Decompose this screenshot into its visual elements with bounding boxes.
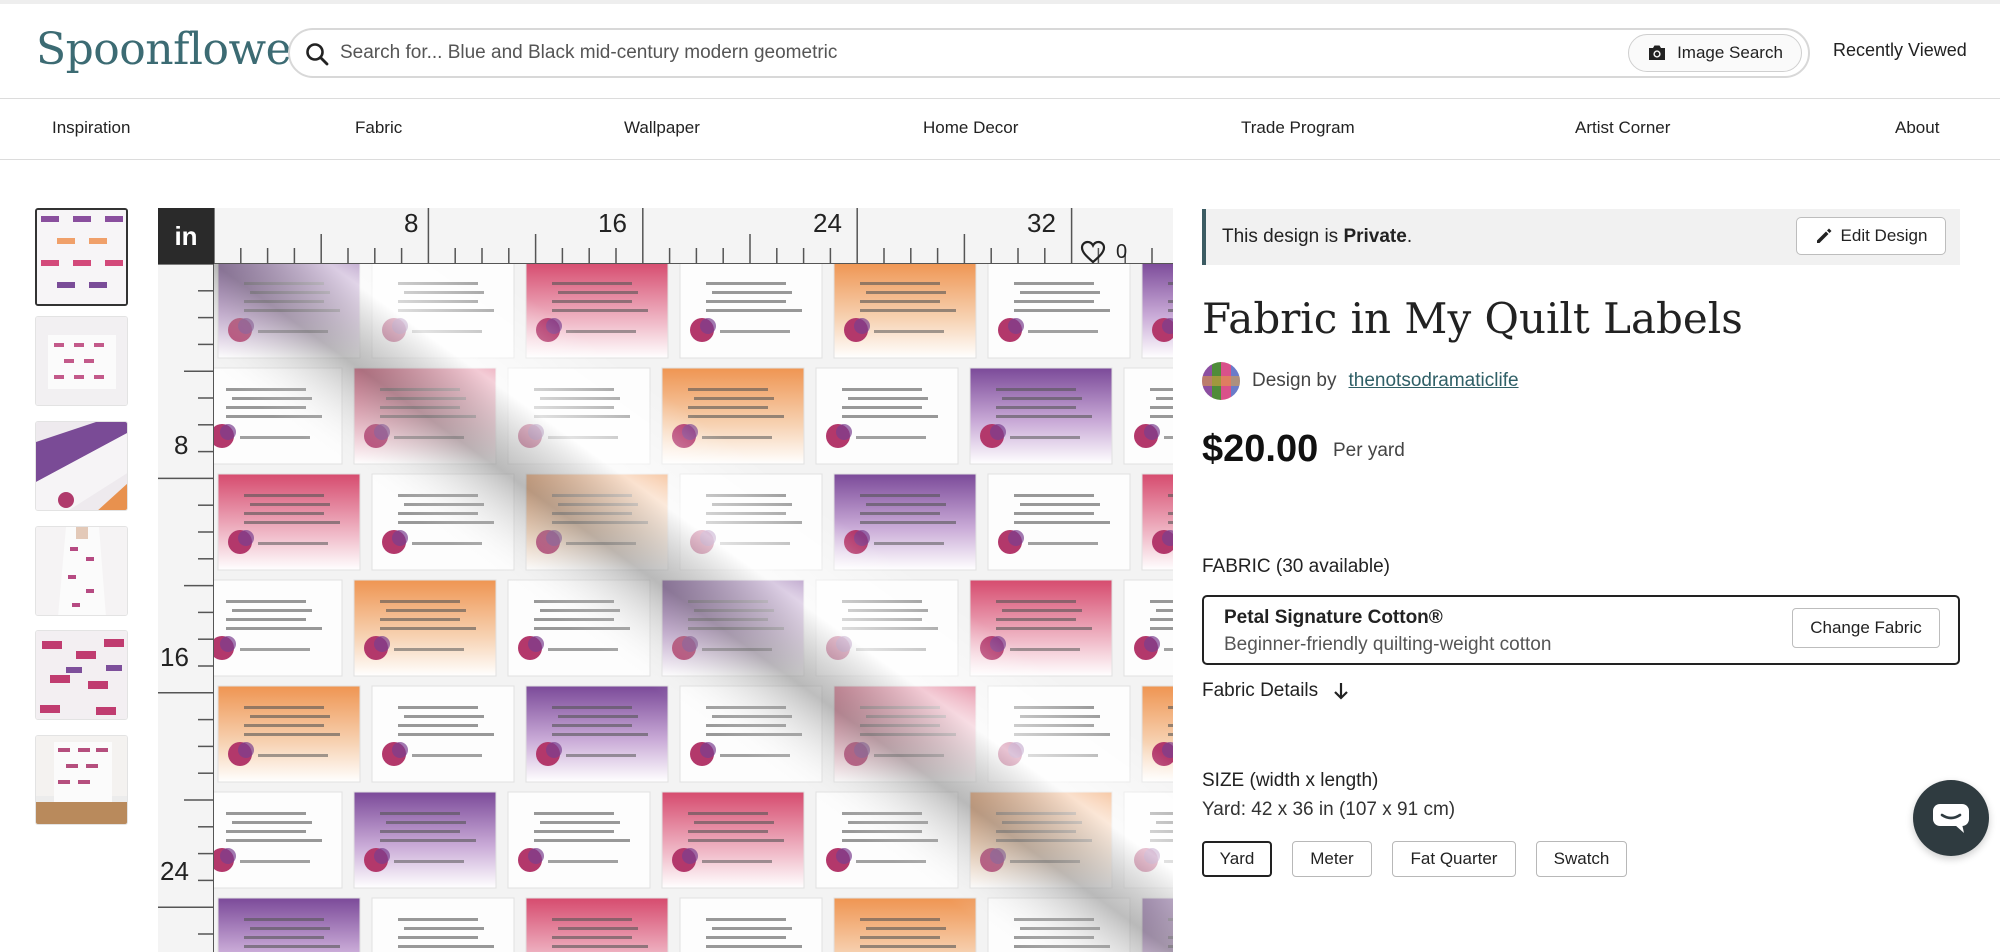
fabric-description: Beginner-friendly quilting-weight cotton [1224, 634, 1552, 655]
designer-avatar[interactable] [1202, 362, 1240, 400]
price-unit: Per yard [1333, 440, 1405, 461]
quilt-label-pattern [199, 261, 1173, 952]
edit-design-label: Edit Design [1840, 226, 1928, 245]
ruler-left: 8 16 24 [158, 263, 214, 952]
camera-icon [1649, 45, 1666, 60]
fabric-section-label: FABRIC (30 available) [1202, 556, 1390, 577]
ruler-left-ticks [158, 263, 214, 935]
design-by-label: Design by [1252, 370, 1337, 391]
nav-item-about[interactable]: About [1895, 118, 1939, 138]
size-section-label: SIZE (width x length) [1202, 770, 1379, 791]
thumbnail-4[interactable] [35, 526, 128, 616]
thumbnail-6[interactable] [35, 735, 128, 825]
logo[interactable]: Spoonflower [36, 24, 312, 75]
fabric-swatch-image [199, 261, 1173, 952]
nav-item-trade-program[interactable]: Trade Program [1241, 118, 1355, 138]
recently-viewed-link[interactable]: Recently Viewed [1833, 40, 1967, 61]
ruler-top-label: 24 [813, 208, 842, 238]
notice-suffix: . [1406, 226, 1413, 247]
nav-item-fabric[interactable]: Fabric [355, 118, 402, 138]
edit-design-button[interactable]: Edit Design [1796, 217, 1946, 255]
fabric-name: Petal Signature Cotton® [1224, 607, 1443, 628]
chat-icon [1933, 804, 1969, 833]
privacy-notice-text: This design is Private. [1222, 226, 1412, 248]
thumbnail-image [36, 631, 127, 719]
product-title: Fabric in My Quilt Labels [1202, 294, 1743, 343]
ruler-left-label: 16 [160, 642, 189, 672]
chat-button[interactable] [1913, 780, 1989, 856]
favorite-button[interactable]: 0 [1080, 240, 1127, 264]
nav-item-home-decor[interactable]: Home Decor [923, 118, 1018, 138]
notice-prefix: This design is [1222, 226, 1344, 247]
size-value: Yard: 42 x 36 in (107 x 91 cm) [1202, 799, 1456, 820]
nav-item-inspiration[interactable]: Inspiration [52, 118, 130, 138]
size-options: Yard Meter Fat Quarter Swatch [1202, 841, 1627, 877]
search-icon [306, 43, 329, 66]
change-fabric-button[interactable]: Change Fabric [1792, 608, 1940, 648]
arrow-down-icon [1334, 683, 1348, 700]
ruler-left-label: 24 [160, 856, 189, 886]
pencil-icon [1816, 228, 1832, 243]
thumbnail-1[interactable] [35, 208, 128, 306]
ruler-left-label: 8 [174, 430, 189, 460]
designer-line: Design by thenotsodramaticlife [1202, 362, 1519, 400]
search-input[interactable] [340, 38, 1640, 68]
fabric-selector[interactable]: Petal Signature Cotton® Beginner-friendl… [1202, 595, 1960, 665]
favorite-count: 0 [1116, 240, 1128, 263]
thumbnail-image [37, 210, 126, 304]
thumbnail-2[interactable] [35, 316, 128, 406]
ruler-top-label: 16 [598, 208, 627, 238]
thumbnail-image [36, 317, 127, 405]
main-nav: Inspiration Fabric Wallpaper Home Decor … [0, 100, 2000, 160]
avatar-image [1202, 362, 1240, 400]
image-search-label: Image Search [1677, 43, 1783, 62]
ruler-top-label: 8 [404, 208, 419, 238]
thumbnail-image [36, 527, 127, 615]
privacy-notice: This design is Private. Edit Design [1202, 209, 1960, 265]
heart-icon [1080, 240, 1106, 264]
fabric-details-label: Fabric Details [1202, 680, 1319, 701]
image-search-button[interactable]: Image Search [1628, 34, 1802, 72]
nav-item-artist-corner[interactable]: Artist Corner [1575, 118, 1670, 138]
header: Spoonflower Image Search Recently Viewed [0, 4, 2000, 99]
price: $20.00 [1202, 428, 1319, 470]
search-bar[interactable]: Image Search [288, 28, 1810, 78]
size-option-swatch[interactable]: Swatch [1536, 841, 1627, 877]
size-option-meter[interactable]: Meter [1292, 841, 1372, 877]
product-preview: 8 16 24 32 8 16 24 in 0 [158, 208, 1173, 952]
size-option-fat-quarter[interactable]: Fat Quarter [1392, 841, 1516, 877]
designer-link[interactable]: thenotsodramaticlife [1349, 370, 1519, 392]
thumbnail-image [36, 422, 127, 510]
thumbnail-image [36, 736, 127, 824]
privacy-status: Private [1343, 226, 1407, 247]
thumbnail-3[interactable] [35, 421, 128, 511]
fabric-details-toggle[interactable]: Fabric Details [1202, 680, 1350, 702]
unit-toggle[interactable]: in [158, 208, 214, 264]
ruler-top-label: 32 [1027, 208, 1056, 238]
size-option-yard[interactable]: Yard [1202, 841, 1272, 877]
thumbnail-5[interactable] [35, 630, 128, 720]
ruler-top: 8 16 24 32 [213, 208, 1173, 264]
nav-item-wallpaper[interactable]: Wallpaper [624, 118, 700, 138]
